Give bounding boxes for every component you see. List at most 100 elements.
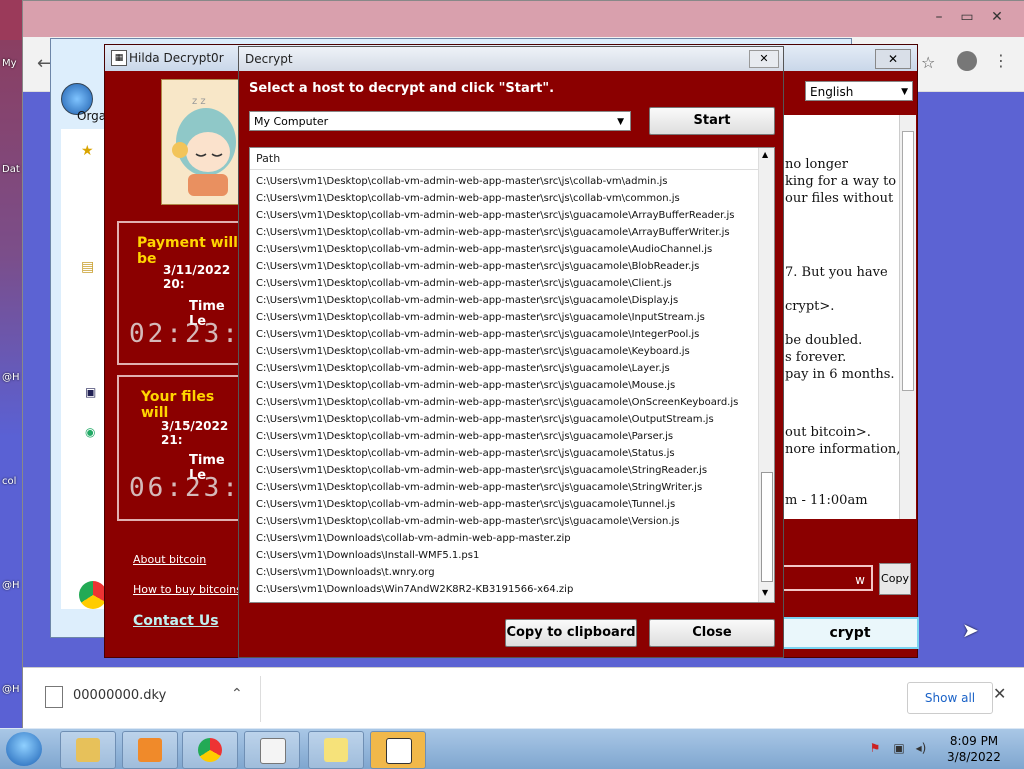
file-path-row[interactable]: C:\Users\vm1\Desktop\collab-vm-admin-web… bbox=[256, 479, 738, 496]
file-path-row[interactable]: C:\Users\vm1\Desktop\collab-vm-admin-web… bbox=[256, 292, 738, 309]
maximize-icon[interactable]: ▭ bbox=[955, 7, 979, 27]
minimize-icon[interactable]: – bbox=[927, 7, 951, 27]
dropdown-arrow-icon: ▼ bbox=[901, 87, 908, 97]
file-icon bbox=[45, 686, 63, 708]
taskbar-explorer[interactable] bbox=[60, 731, 116, 769]
copy-address-button[interactable]: Copy bbox=[879, 563, 911, 595]
menu-kebab-icon[interactable]: ⋮ bbox=[993, 51, 1009, 70]
file-path-row[interactable]: C:\Users\vm1\Desktop\collab-vm-admin-web… bbox=[256, 258, 738, 275]
file-path-row[interactable]: C:\Users\vm1\Desktop\collab-vm-admin-web… bbox=[256, 513, 738, 530]
libraries-folder-icon[interactable]: ▤ bbox=[81, 259, 94, 275]
desktop-icon-label[interactable]: col bbox=[2, 476, 16, 487]
taskbar-media-player[interactable] bbox=[122, 731, 178, 769]
divider bbox=[260, 676, 261, 722]
taskbar-chrome[interactable] bbox=[182, 731, 238, 769]
desktop-icon-label[interactable]: @H bbox=[2, 580, 20, 591]
taskbar-solitaire[interactable] bbox=[244, 731, 300, 769]
deadline-date: 3/11/2022 20: bbox=[163, 263, 231, 291]
close-button[interactable]: Close bbox=[649, 619, 775, 647]
favorites-star-icon[interactable]: ★ bbox=[81, 143, 94, 159]
network-icon[interactable]: ◉ bbox=[85, 425, 95, 439]
scrollbar-thumb[interactable] bbox=[902, 131, 914, 391]
file-path-row[interactable]: C:\Users\vm1\Desktop\collab-vm-admin-web… bbox=[256, 275, 738, 292]
file-path-row[interactable]: C:\Users\vm1\Desktop\collab-vm-admin-web… bbox=[256, 411, 738, 428]
copy-to-clipboard-button[interactable]: Copy to clipboard bbox=[505, 619, 637, 647]
host-select[interactable]: My Computer ▼ bbox=[249, 111, 631, 131]
contact-us-link[interactable]: Contact Us bbox=[133, 613, 219, 629]
mouse-cursor-icon: ➤ bbox=[962, 618, 979, 642]
about-bitcoin-link[interactable]: About bitcoin bbox=[133, 553, 206, 566]
show-all-button[interactable]: Show all bbox=[907, 682, 993, 714]
file-path-row[interactable]: C:\Users\vm1\Desktop\collab-vm-admin-web… bbox=[256, 496, 738, 513]
chevron-up-icon[interactable]: ⌃ bbox=[231, 686, 243, 702]
file-path-row[interactable]: C:\Users\vm1\Desktop\collab-vm-admin-web… bbox=[256, 462, 738, 479]
dialog-title-bar[interactable]: Decrypt ✕ bbox=[239, 47, 783, 71]
desktop-icon-label[interactable]: @H bbox=[2, 684, 20, 695]
network-icon[interactable]: ▣ bbox=[892, 741, 906, 755]
scroll-up-icon[interactable]: ▲ bbox=[762, 150, 768, 159]
file-path-row[interactable]: C:\Users\vm1\Desktop\collab-vm-admin-web… bbox=[256, 326, 738, 343]
chrome-tab-bar: – ▭ ✕ bbox=[23, 1, 1024, 37]
scroll-down-icon[interactable]: ▼ bbox=[762, 588, 768, 597]
chrome-icon bbox=[198, 738, 222, 762]
desktop-icon-label[interactable]: My bbox=[2, 58, 17, 69]
file-path-row[interactable]: C:\Users\vm1\Desktop\collab-vm-admin-web… bbox=[256, 394, 738, 411]
close-icon[interactable]: ✕ bbox=[985, 7, 1009, 27]
profile-avatar-icon[interactable] bbox=[957, 51, 977, 71]
file-path-row[interactable]: C:\Users\vm1\Desktop\collab-vm-admin-web… bbox=[256, 360, 738, 377]
path-column-header[interactable]: Path bbox=[250, 148, 758, 170]
file-path-row[interactable]: C:\Users\vm1\Downloads\collab-vm-admin-w… bbox=[256, 530, 738, 547]
language-select[interactable]: English ▼ bbox=[805, 81, 913, 101]
file-path-row[interactable]: C:\Users\vm1\Desktop\collab-vm-admin-web… bbox=[256, 190, 738, 207]
file-path-row[interactable]: C:\Users\vm1\Desktop\collab-vm-admin-web… bbox=[256, 241, 738, 258]
system-clock[interactable]: 8:09 PM 3/8/2022 bbox=[942, 733, 1006, 765]
close-icon[interactable]: ✕ bbox=[993, 684, 1006, 703]
scrollbar-thumb[interactable] bbox=[761, 472, 773, 582]
action-center-icon[interactable]: ⚑ bbox=[868, 741, 882, 755]
window-title: Hilda Decrypt0r bbox=[129, 51, 224, 65]
media-player-icon bbox=[138, 738, 162, 762]
file-path-row[interactable]: C:\Users\vm1\Desktop\collab-vm-admin-web… bbox=[256, 224, 738, 241]
close-icon[interactable]: ✕ bbox=[875, 49, 911, 69]
file-path-row[interactable]: C:\Users\vm1\Desktop\collab-vm-admin-web… bbox=[256, 173, 738, 190]
clock-date: 3/8/2022 bbox=[947, 750, 1001, 764]
note-line: m - 11:00am bbox=[785, 493, 868, 508]
file-path-row[interactable]: C:\Users\vm1\Downloads\t.wnry.org bbox=[256, 564, 738, 581]
encrypted-files-list[interactable]: Path C:\Users\vm1\Desktop\collab-vm-admi… bbox=[249, 147, 775, 603]
panel-heading: Your files will bbox=[141, 389, 215, 421]
file-path-row[interactable]: C:\Users\vm1\Downloads\Install-WMF5.1.ps… bbox=[256, 547, 738, 564]
desktop-icon-label[interactable]: Dat bbox=[2, 164, 20, 175]
file-path-row[interactable]: C:\Users\vm1\Desktop\collab-vm-admin-web… bbox=[256, 377, 738, 394]
bitcoin-address-field[interactable]: w bbox=[781, 565, 873, 591]
taskbar-sticky-notes[interactable] bbox=[308, 731, 364, 769]
organize-menu[interactable]: Orga bbox=[77, 109, 106, 123]
file-path-row[interactable]: C:\Users\vm1\Desktop\collab-vm-admin-web… bbox=[256, 309, 738, 326]
start-button[interactable]: Start bbox=[649, 107, 775, 135]
close-icon[interactable]: ✕ bbox=[749, 50, 779, 68]
note-line: our files without bbox=[785, 191, 894, 206]
desktop-icon-label[interactable]: @H bbox=[2, 372, 20, 383]
file-path-row[interactable]: C:\Users\vm1\Desktop\collab-vm-admin-web… bbox=[256, 428, 738, 445]
file-path-row[interactable]: C:\Users\vm1\Desktop\collab-vm-admin-web… bbox=[256, 207, 738, 224]
taskbar-hilda[interactable] bbox=[370, 731, 426, 769]
note-scrollbar[interactable] bbox=[899, 115, 916, 519]
app-icon: ▦ bbox=[111, 50, 127, 66]
note-line: king for a way to bbox=[785, 174, 897, 189]
file-path-row[interactable]: C:\Users\vm1\Desktop\collab-vm-admin-web… bbox=[256, 343, 738, 360]
start-button[interactable] bbox=[6, 732, 42, 766]
bookmark-star-icon[interactable]: ☆ bbox=[921, 53, 935, 72]
how-to-buy-bitcoins-link[interactable]: How to buy bitcoins? bbox=[133, 583, 248, 596]
list-scrollbar[interactable]: ▲ ▼ bbox=[758, 148, 774, 602]
volume-icon[interactable]: ◂) bbox=[914, 741, 928, 755]
download-file-name[interactable]: 00000000.dky bbox=[73, 688, 166, 703]
hilda-app-icon bbox=[386, 738, 412, 764]
dialog-title: Decrypt bbox=[245, 52, 293, 66]
solitaire-icon bbox=[260, 738, 286, 764]
file-path-row[interactable]: C:\Users\vm1\Desktop\collab-vm-admin-web… bbox=[256, 445, 738, 462]
file-path-row[interactable]: C:\Users\vm1\Downloads\Win7AndW2K8R2-KB3… bbox=[256, 581, 738, 598]
clock-time: 8:09 PM bbox=[949, 734, 999, 748]
note-line: crypt>. bbox=[785, 299, 835, 314]
computer-icon[interactable]: ▣ bbox=[85, 385, 96, 399]
note-line: s forever. bbox=[785, 350, 847, 365]
decrypt-button[interactable]: crypt bbox=[781, 617, 919, 649]
